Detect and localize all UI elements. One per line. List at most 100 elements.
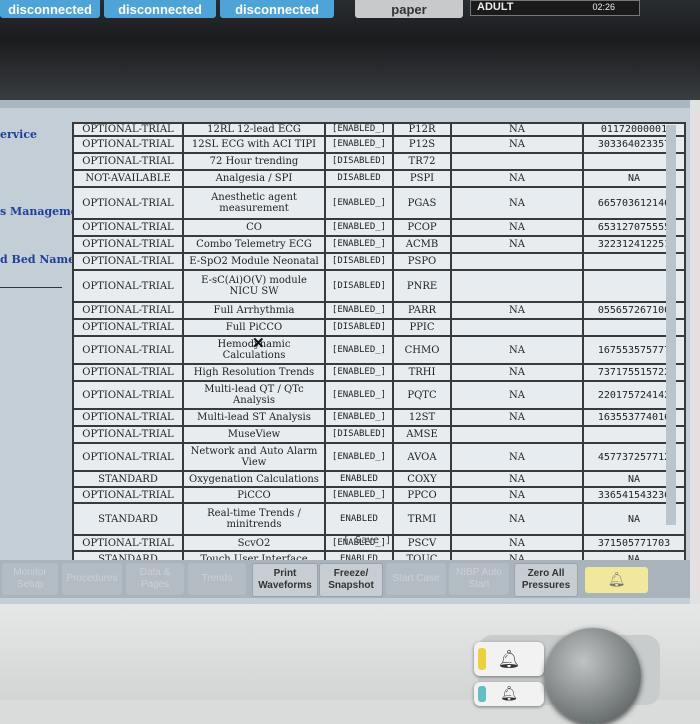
option-status-cell: ENABLED	[324, 470, 394, 488]
print-waveforms-button[interactable]: Print Waveforms	[252, 563, 318, 597]
option-na-cell: NA	[450, 186, 584, 220]
status-tab-1[interactable]: disconnected	[0, 0, 100, 18]
option-status-cell: [ENABLED_]	[324, 408, 394, 427]
save-button[interactable]: [ Save ]	[343, 535, 391, 546]
option-na-cell: NA	[450, 301, 584, 320]
divider	[0, 287, 62, 288]
table-row[interactable]: OPTIONAL-TRIAL Network and Auto Alarm Vie…	[72, 442, 686, 472]
option-name-cell: ScvO2	[182, 534, 326, 552]
option-type-cell: OPTIONAL-TRIAL	[72, 252, 184, 271]
option-status-cell: [ENABLED_]	[324, 363, 394, 382]
scrollbar[interactable]	[666, 125, 676, 525]
table-row[interactable]: OPTIONAL-TRIAL CO [ENABLED_] PCOP NA 65312707…	[72, 218, 686, 237]
trends-button[interactable]: Trends	[188, 563, 246, 595]
table-row[interactable]: OPTIONAL-TRIAL Anesthetic agent measureme…	[72, 186, 686, 220]
table-row[interactable]: OPTIONAL-TRIAL Full Arrhythmia [ENABLED_] P…	[72, 301, 686, 320]
procedures-button[interactable]: Procedures	[62, 563, 122, 595]
option-status-cell: [ENABLED_]	[324, 122, 394, 137]
status-tab-2[interactable]: disconnected	[104, 0, 216, 18]
option-name-cell: 12RL 12-lead ECG	[182, 122, 326, 137]
option-na-cell: NA	[450, 335, 584, 365]
option-na-cell: NA	[450, 380, 584, 410]
table-row[interactable]: OPTIONAL-TRIAL 72 Hour trending [DISABLED]…	[72, 152, 686, 171]
table-row[interactable]: OPTIONAL-TRIAL Full PiCCO [DISABLED] PPIC	[72, 318, 686, 337]
bell-icon[interactable]: 🔔︎	[585, 567, 648, 593]
close-icon: ✕	[252, 335, 265, 352]
table-row[interactable]: OPTIONAL-TRIAL Combo Telemetry ECG [ENABLE…	[72, 235, 686, 254]
option-name-cell: 12SL ECG with ACI TIPI	[182, 135, 326, 154]
option-type-cell: OPTIONAL-TRIAL	[72, 442, 184, 472]
trim-knob[interactable]	[545, 628, 641, 724]
table-row[interactable]: OPTIONAL-TRIAL E-sC(Ai)O(V) module NICU S…	[72, 269, 686, 303]
option-key-cell: PARR	[392, 301, 452, 320]
freeze-snapshot-button[interactable]: Freeze/ Snapshot	[319, 563, 383, 597]
option-key-cell: CHMO	[392, 335, 452, 365]
table-row[interactable]: OPTIONAL-TRIAL High Resolution Trends [ENA…	[72, 363, 686, 382]
option-status-cell: [ENABLED_]	[324, 235, 394, 254]
option-type-cell: OPTIONAL-TRIAL	[72, 301, 184, 320]
option-type-cell: OPTIONAL-TRIAL	[72, 318, 184, 337]
option-key-cell: TR72	[392, 152, 452, 171]
option-type-cell: OPTIONAL-TRIAL	[72, 534, 184, 552]
option-name-cell: High Resolution Trends	[182, 363, 326, 382]
option-na-cell: NA	[450, 135, 584, 154]
option-key-cell: PSPO	[392, 252, 452, 271]
option-name-cell: Full Arrhythmia	[182, 301, 326, 320]
option-na-cell: NA	[450, 470, 584, 488]
option-status-cell: ENABLED	[324, 502, 394, 536]
option-key-cell: PQTC	[392, 380, 452, 410]
table-row[interactable]: OPTIONAL-TRIAL 12RL 12-lead ECG [ENABLED_]…	[72, 122, 686, 137]
option-name-cell: Anesthetic agent measurement	[182, 186, 326, 220]
option-type-cell: OPTIONAL-TRIAL	[72, 218, 184, 237]
table-row[interactable]: OPTIONAL-TRIAL MuseView [DISABLED] AMSE	[72, 425, 686, 444]
option-status-cell: [DISABLED]	[324, 318, 394, 337]
option-na-cell: NA	[450, 502, 584, 536]
option-na-cell	[450, 318, 584, 337]
option-name-cell: PiCCO	[182, 486, 326, 504]
option-name-cell: CO	[182, 218, 326, 237]
option-na-cell: NA	[450, 218, 584, 237]
table-row[interactable]: OPTIONAL-TRIAL Hemodynamic Calculations [E…	[72, 335, 686, 365]
option-name-cell: Multi-lead ST Analysis	[182, 408, 326, 427]
table-row[interactable]: OPTIONAL-TRIAL 12SL ECG with ACI TIPI [ENA…	[72, 135, 686, 154]
option-status-cell: [DISABLED]	[324, 425, 394, 444]
table-row[interactable]: OPTIONAL-TRIAL Multi-lead ST Analysis [ENA…	[72, 408, 686, 427]
data-pages-button[interactable]: Data & Pages	[126, 563, 184, 595]
option-type-cell: OPTIONAL-TRIAL	[72, 269, 184, 303]
option-name-cell: Combo Telemetry ECG	[182, 235, 326, 254]
option-name-cell: Analgesia / SPI	[182, 169, 326, 188]
software-options-table-wrap: OPTIONAL-TRIAL 12RL 12-lead ECG [ENABLED_]…	[72, 122, 686, 584]
option-name-cell: Network and Auto Alarm View	[182, 442, 326, 472]
option-key-cell: PSCV	[392, 534, 452, 552]
screen-frame	[0, 100, 690, 108]
option-status-cell: [DISABLED]	[324, 252, 394, 271]
option-type-cell: STANDARD	[72, 502, 184, 536]
option-status-cell: [ENABLED_]	[324, 380, 394, 410]
table-row[interactable]: STANDARD Real-time Trends / minitrends ENA…	[72, 502, 686, 536]
patient-type: ADULT	[477, 1, 514, 13]
option-key-cell: AMSE	[392, 425, 452, 444]
nibp-auto-start-button[interactable]: NIBP Auto Start	[449, 563, 509, 595]
table-row[interactable]: STANDARD Oxygenation Calculations ENABLED C…	[72, 470, 686, 488]
option-key-cell: PSPI	[392, 169, 452, 188]
paper-tab[interactable]: paper	[355, 0, 463, 18]
option-key-cell: AVOA	[392, 442, 452, 472]
option-key-cell: TRHI	[392, 363, 452, 382]
table-row[interactable]: NOT-AVAILABLE Analgesia / SPI DISABLED PSPI…	[72, 169, 686, 188]
status-tab-3[interactable]: disconnected	[220, 0, 334, 18]
option-key-cell: ACMB	[392, 235, 452, 254]
option-type-cell: OPTIONAL-TRIAL	[72, 425, 184, 444]
monitor-setup-button[interactable]: Monitor Setup	[2, 563, 58, 595]
option-type-cell: OPTIONAL-TRIAL	[72, 122, 184, 137]
option-status-cell: [ENABLED_]	[324, 486, 394, 504]
software-options-table: OPTIONAL-TRIAL 12RL 12-lead ECG [ENABLED_]…	[72, 122, 686, 584]
side-label-service: ervice	[0, 128, 38, 141]
table-row[interactable]: OPTIONAL-TRIAL PiCCO [ENABLED_] PPCO NA 33654…	[72, 486, 686, 504]
option-key-cell: P12S	[392, 135, 452, 154]
patient-type-box[interactable]: ADULT 02:26	[470, 0, 640, 16]
zero-all-pressures-button[interactable]: Zero All Pressures	[514, 563, 578, 597]
table-row[interactable]: OPTIONAL-TRIAL Multi-lead QT / QTc Analys…	[72, 380, 686, 410]
start-case-button[interactable]: Start Case	[386, 563, 446, 595]
table-row[interactable]: OPTIONAL-TRIAL E-SpO2 Module Neonatal [DIS…	[72, 252, 686, 271]
option-type-cell: OPTIONAL-TRIAL	[72, 380, 184, 410]
